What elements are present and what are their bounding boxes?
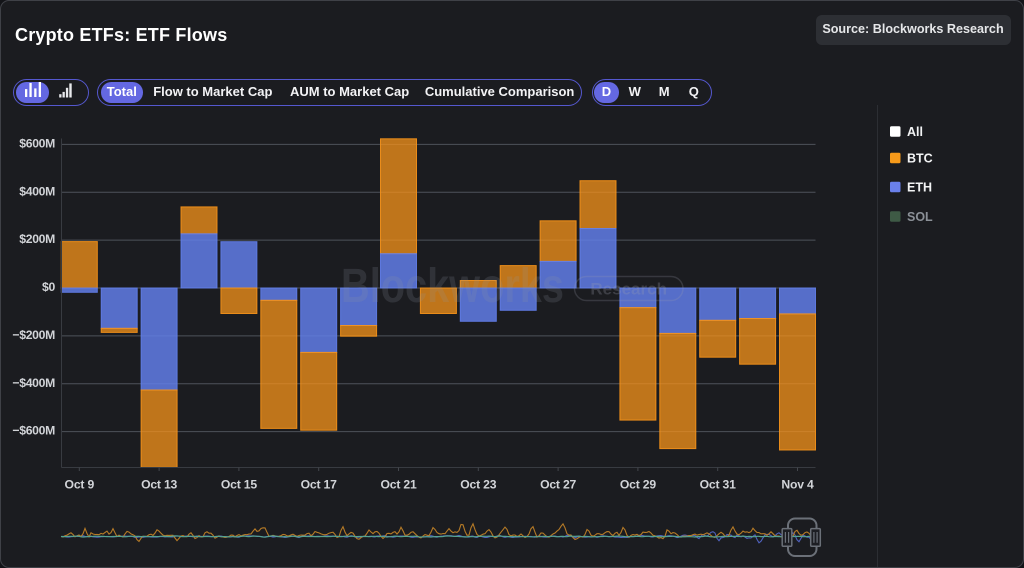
svg-text:Oct 17: Oct 17	[301, 478, 337, 492]
svg-text:−$200M: −$200M	[12, 328, 55, 342]
svg-text:All: All	[907, 125, 923, 139]
svg-text:−$600M: −$600M	[12, 424, 55, 438]
svg-text:Oct 9: Oct 9	[65, 478, 95, 492]
svg-text:$600M: $600M	[19, 137, 55, 151]
svg-text:Oct 23: Oct 23	[460, 478, 496, 492]
svg-text:$400M: $400M	[19, 184, 55, 198]
svg-text:Oct 31: Oct 31	[700, 478, 736, 492]
svg-text:BTC: BTC	[907, 152, 933, 166]
svg-text:Oct 27: Oct 27	[540, 478, 576, 492]
svg-text:Oct 29: Oct 29	[620, 478, 656, 492]
svg-text:$200M: $200M	[19, 232, 55, 246]
svg-text:Blockworks: Blockworks	[341, 260, 564, 313]
svg-text:Oct 13: Oct 13	[141, 478, 177, 492]
svg-text:Nov 4: Nov 4	[781, 478, 814, 492]
svg-text:Research: Research	[590, 280, 667, 299]
svg-text:SOL: SOL	[907, 210, 933, 224]
svg-text:Oct 21: Oct 21	[380, 478, 416, 492]
svg-text:−$400M: −$400M	[12, 376, 55, 390]
svg-text:Oct 15: Oct 15	[221, 478, 257, 492]
svg-text:$0: $0	[42, 280, 55, 294]
svg-text:ETH: ETH	[907, 181, 932, 195]
